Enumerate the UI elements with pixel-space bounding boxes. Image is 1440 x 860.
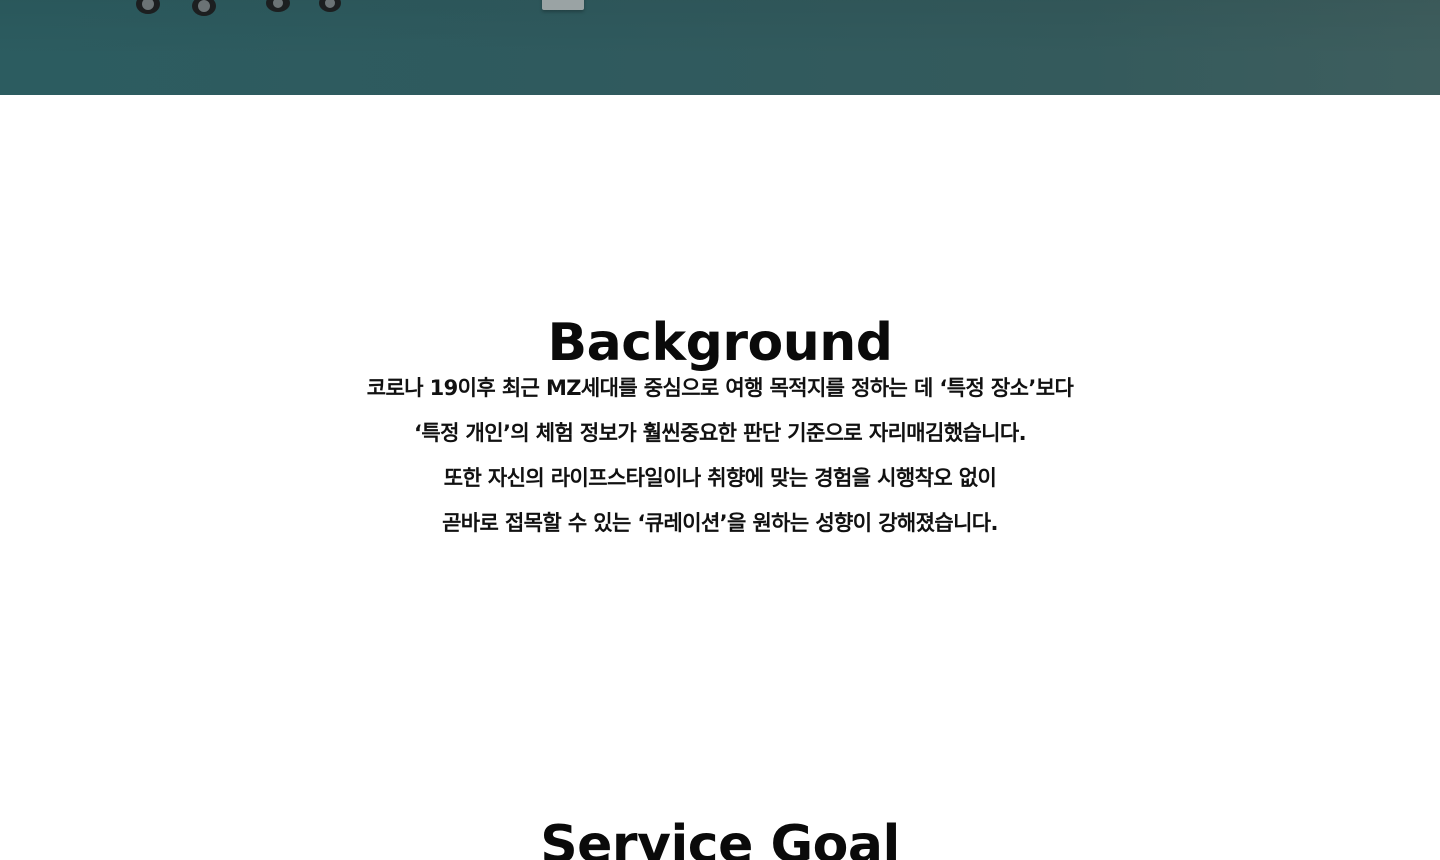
background-description: 코로나 19이후 최근 MZ세대를 중심으로 여행 목적지를 정하는 데 ‘특정… xyxy=(0,366,1440,546)
background-line-1: 코로나 19이후 최근 MZ세대를 중심으로 여행 목적지를 정하는 데 ‘특정… xyxy=(366,376,1074,400)
background-line-2: ‘특정 개인’의 체험 정보가 훨씬중요한 판단 기준으로 자리매김했습니다. xyxy=(414,421,1027,445)
background-line-3: 또한 자신의 라이프스타일이나 취향에 맞는 경험을 시행착오 없이 xyxy=(443,466,997,490)
background-line-4: 곧바로 접목할 수 있는 ‘큐레이션’을 원하는 성향이 강해졌습니다. xyxy=(442,511,998,535)
suitcase-wheels-icon xyxy=(136,0,341,16)
service-goal-title: Service Goal xyxy=(540,815,900,860)
box-icon xyxy=(542,0,584,10)
page: Background 코로나 19이후 최근 MZ세대를 중심으로 여행 목적지… xyxy=(0,0,1440,860)
hero-banner-image xyxy=(0,0,1440,95)
